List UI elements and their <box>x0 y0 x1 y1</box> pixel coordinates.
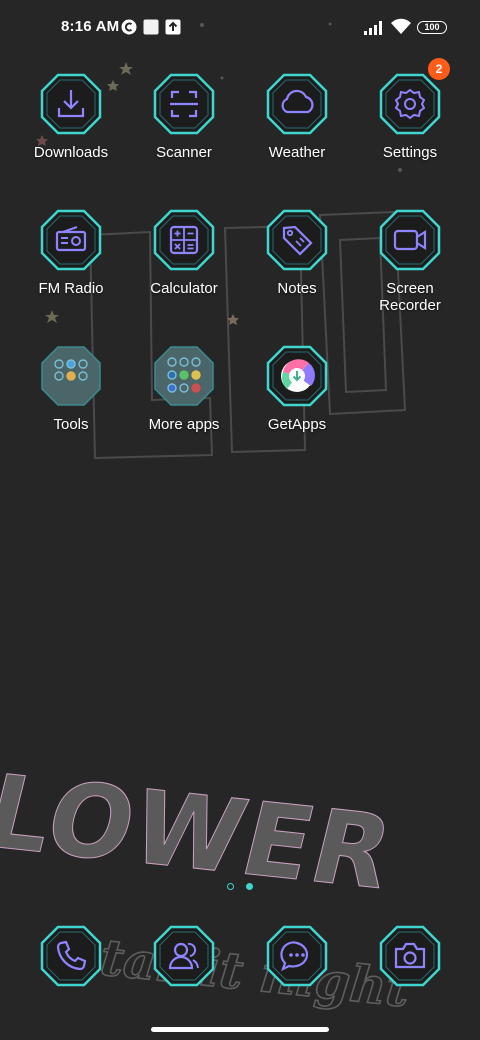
folder-tools[interactable]: Tools <box>15 344 127 433</box>
home-indicator[interactable] <box>151 1027 329 1032</box>
notification-square-icon <box>143 19 159 35</box>
notification-c-icon <box>121 19 137 35</box>
app-notes[interactable]: Notes <box>241 208 353 297</box>
contacts-icon <box>153 925 215 987</box>
signal-icon <box>364 21 382 35</box>
app-label: Calculator <box>150 280 218 297</box>
tag-icon <box>266 209 328 271</box>
app-label: Tools <box>53 416 89 433</box>
folder-icon <box>41 346 101 406</box>
status-time: 8:16 AM <box>61 18 120 35</box>
app-label: FM Radio <box>38 280 104 297</box>
video-camera-icon <box>379 209 441 271</box>
app-downloads[interactable]: Downloads <box>15 72 127 161</box>
download-icon <box>40 73 102 135</box>
dock-contacts[interactable] <box>128 924 240 988</box>
calculator-icon <box>153 209 215 271</box>
app-label: Scanner <box>156 144 212 161</box>
phone-icon <box>40 925 102 987</box>
app-fm-radio[interactable]: FM Radio <box>15 208 127 297</box>
dock-camera[interactable] <box>354 924 466 988</box>
folder-more-apps[interactable]: More apps <box>128 344 240 433</box>
app-getapps[interactable]: GetApps <box>241 344 353 433</box>
status-bar: 8:16 AM 100 <box>0 0 480 56</box>
app-label: Screen Recorder <box>379 280 441 314</box>
app-label: Settings <box>382 144 438 161</box>
messages-icon <box>266 925 328 987</box>
upload-icon <box>165 19 181 35</box>
app-weather[interactable]: Weather <box>241 72 353 161</box>
app-calculator[interactable]: Calculator <box>128 208 240 297</box>
app-label: GetApps <box>267 416 327 433</box>
folder-icon <box>154 346 214 406</box>
dock-phone[interactable] <box>15 924 127 988</box>
app-label: More apps <box>148 416 220 433</box>
wallpaper-big-text: FLOWER <box>0 746 405 912</box>
app-label: Notes <box>277 280 317 297</box>
scanner-icon <box>153 73 215 135</box>
app-scanner[interactable]: Scanner <box>128 72 240 161</box>
notification-badge: 2 <box>428 58 450 80</box>
battery-icon: 100 <box>417 21 447 34</box>
app-label: Downloads <box>33 144 109 161</box>
battery-level: 100 <box>424 22 440 32</box>
camera-icon <box>379 925 441 987</box>
cloud-icon <box>266 73 328 135</box>
app-label: Weather <box>268 144 326 161</box>
page-dot-2[interactable] <box>246 883 254 890</box>
dock-messages[interactable] <box>241 924 353 988</box>
gear-icon <box>379 73 441 135</box>
wifi-icon <box>391 18 411 34</box>
app-screen-recorder[interactable]: Screen Recorder <box>354 208 466 314</box>
page-indicator[interactable] <box>0 877 480 890</box>
page-dot-1[interactable] <box>226 883 234 890</box>
app-settings[interactable]: 2 Settings <box>354 58 466 161</box>
getapps-icon <box>266 345 328 407</box>
radio-icon <box>40 209 102 271</box>
